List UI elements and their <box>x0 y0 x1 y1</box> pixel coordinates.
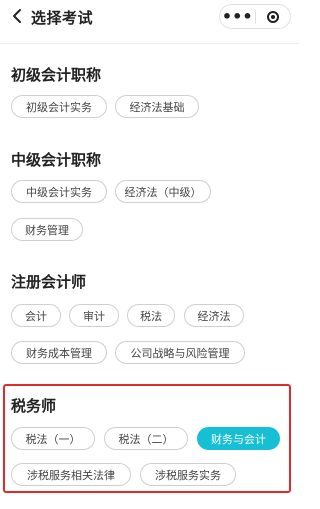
section-title-cpa: 注册会计师 <box>11 273 87 291</box>
nav-bar: 选择考试 ••• <box>0 0 299 40</box>
exam-chip[interactable]: 税法 <box>127 304 175 327</box>
exam-chip[interactable]: 涉税服务相关法律 <box>11 463 131 486</box>
exam-chip[interactable]: 公司战略与风险管理 <box>115 341 245 364</box>
exam-chip[interactable]: 税法（一） <box>11 427 95 450</box>
exam-chip[interactable]: 财务成本管理 <box>11 341 107 364</box>
header-divider <box>0 43 299 44</box>
exam-chip[interactable]: 经济法（中级） <box>115 180 211 203</box>
exam-chip[interactable]: 会计 <box>11 304 61 327</box>
close-button[interactable] <box>256 5 291 28</box>
more-button[interactable]: ••• <box>220 5 255 28</box>
exam-chip[interactable]: 经济法 <box>184 304 244 327</box>
exam-chip-selected[interactable]: 财务与会计 <box>197 427 280 450</box>
more-dots-icon: ••• <box>221 6 253 26</box>
exam-chip[interactable]: 初级会计实务 <box>11 95 107 118</box>
exam-chip[interactable]: 税法（二） <box>104 427 188 450</box>
chevron-left-icon[interactable] <box>9 7 27 25</box>
exam-chip[interactable]: 审计 <box>69 304 119 327</box>
exam-chip[interactable]: 中级会计实务 <box>11 180 107 203</box>
exam-chip[interactable]: 涉税服务实务 <box>140 463 236 486</box>
section-title-junior: 初级会计职称 <box>11 66 102 84</box>
target-icon <box>266 10 279 23</box>
exam-chip[interactable]: 经济法基础 <box>115 95 199 118</box>
mini-program-capsule: ••• <box>219 4 291 29</box>
section-title-intermediate: 中级会计职称 <box>11 151 102 169</box>
section-title-tax-agent: 税务师 <box>11 397 57 415</box>
exam-chip[interactable]: 财务管理 <box>11 218 83 241</box>
page-title: 选择考试 <box>31 9 94 27</box>
